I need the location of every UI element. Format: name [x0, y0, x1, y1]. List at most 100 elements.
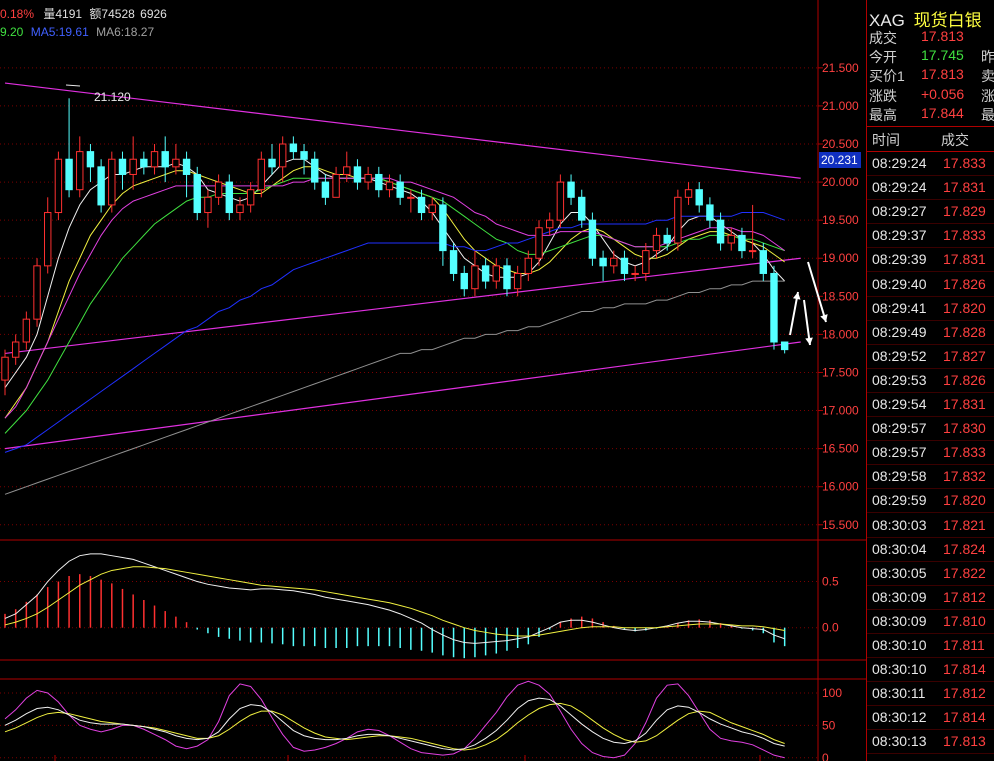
candle-body: [695, 189, 703, 206]
tick-price: 17.811: [943, 637, 985, 653]
tick-row[interactable]: 08:29:27 17.829: [867, 199, 994, 225]
tick-row[interactable]: 08:29:24 17.833: [867, 151, 994, 176]
quote-row: 今开 17.745 昨: [869, 47, 994, 66]
candle-body: [343, 166, 351, 175]
quote-value: 17.745: [921, 47, 964, 64]
price-tick-label: 16.500: [822, 442, 859, 456]
ma5-value: MA5:19.61: [30, 25, 89, 39]
moving-average-line: [4, 166, 785, 419]
candle-body: [97, 166, 105, 206]
quote-row: 涨跌 +0.056 涨: [869, 86, 994, 105]
candle-body: [182, 158, 191, 175]
tick-row[interactable]: 08:29:39 17.831: [867, 247, 994, 273]
tick-time: 08:29:41: [872, 299, 927, 316]
tick-row[interactable]: 08:30:03 17.821: [867, 513, 994, 538]
candle-body: [428, 204, 436, 214]
tick-price: 17.833: [943, 444, 986, 461]
candle-body: [129, 158, 137, 175]
kdj-tick-label: 50: [822, 718, 836, 732]
candle-body: [118, 158, 127, 175]
tick-time: 08:30:12: [872, 709, 927, 726]
tick-row[interactable]: 08:29:59 17.820: [867, 488, 994, 514]
candle-body: [567, 181, 575, 198]
quote-cut-label: 最: [981, 106, 994, 123]
candle-body: [86, 151, 95, 168]
tick-price: 17.830: [943, 420, 986, 437]
tick-row[interactable]: 08:29:24 17.831: [867, 175, 994, 201]
quote-label: 成交: [869, 30, 897, 46]
candle-body: [492, 265, 500, 282]
price-tick-label: 19.500: [822, 213, 859, 227]
price-tick-label: 18.500: [822, 289, 859, 303]
ma6-value: MA6:18.27: [96, 25, 155, 39]
kdj-tick-label: 0: [822, 751, 829, 761]
tick-row[interactable]: 08:29:41 17.820: [867, 296, 994, 321]
tick-time: 08:30:10: [872, 637, 927, 653]
tick-price: 17.833: [943, 227, 986, 244]
tick-row[interactable]: 08:29:37 17.833: [867, 223, 994, 249]
tick-price: 17.812: [943, 588, 986, 605]
tick-price: 17.829: [943, 203, 986, 220]
moving-average-line: [4, 177, 785, 419]
quote-value: 17.813: [921, 28, 964, 44]
tick-price: 17.832: [943, 468, 986, 485]
tick-row[interactable]: 08:30:10 17.811: [867, 633, 994, 658]
tick-time: 08:29:57: [872, 420, 927, 437]
tick-row[interactable]: 08:30:09 17.812: [867, 585, 994, 610]
candle-body: [108, 158, 116, 206]
tick-time: 08:29:27: [872, 203, 927, 220]
tick-price: 17.824: [943, 540, 986, 557]
tick-row[interactable]: 08:30:11 17.812: [867, 681, 994, 707]
tick-price: 17.821: [943, 516, 986, 533]
tick-time: 08:29:58: [872, 468, 927, 485]
tick-time: 08:29:53: [872, 371, 927, 388]
price-tick-label: 21.000: [822, 99, 859, 113]
quote-label: 最高: [869, 106, 897, 123]
kdj-j-line: [4, 680, 785, 759]
candle-body: [556, 181, 565, 221]
candle-body: [578, 196, 586, 221]
quote-value: 17.844: [921, 104, 964, 121]
tick-row[interactable]: 08:30:05 17.822: [867, 561, 994, 586]
tick-time: 08:29:39: [872, 251, 927, 268]
peak-pointer: [65, 84, 81, 87]
ticks-header: 时间 成交: [867, 126, 994, 152]
quote-panel: XAG 现货白银 成交 17.813 今开 17.745 昨买价1 17.813 卖涨跌 +0…: [866, 0, 994, 761]
candle-body: [652, 234, 661, 252]
chart-area[interactable]: 21.500 21.000 20.500 20.000 19.500 19.000 18.5…: [0, 0, 866, 761]
moving-average-line: [4, 280, 785, 495]
candle-body: [738, 234, 746, 252]
tick-row[interactable]: 08:29:40 17.826: [867, 272, 994, 297]
header-line2: 9.20 MA5:19.61 MA6:18.27: [0, 25, 154, 39]
candle-body: [535, 227, 543, 259]
tick-price: 17.833: [943, 155, 986, 171]
tick-row[interactable]: 08:29:54 17.831: [867, 392, 994, 417]
macd-tick-label: 0.0: [822, 621, 839, 635]
price-tick-label: 21.500: [822, 61, 859, 75]
tick-row[interactable]: 08:29:49 17.828: [867, 320, 994, 345]
tick-row[interactable]: 08:30:10 17.814: [867, 657, 994, 683]
tick-time: 08:30:05: [872, 564, 927, 581]
macd-tick-label: 0.5: [822, 575, 839, 589]
tick-row[interactable]: 08:29:53 17.826: [867, 368, 994, 393]
peak-label: 21.120: [94, 90, 131, 104]
price-tick-label: 17.000: [822, 404, 859, 418]
tick-price: 17.831: [943, 251, 986, 268]
candle-body: [727, 234, 735, 244]
tick-row[interactable]: 08:30:13 17.813: [867, 729, 994, 755]
kline-chart[interactable]: 21.500 21.000 20.500 20.000 19.500 19.000 18.5…: [0, 0, 866, 761]
moving-average-line: [4, 212, 785, 453]
tick-row[interactable]: 08:30:09 17.810: [867, 609, 994, 634]
quote-label: 涨跌: [869, 87, 897, 104]
tick-price: 17.820: [943, 492, 986, 509]
kdj-tick-label: 100: [822, 686, 842, 700]
tick-row[interactable]: 08:29:58 17.832: [867, 464, 994, 490]
tick-row[interactable]: 08:30:12 17.814: [867, 705, 994, 731]
tick-row[interactable]: 08:30:04 17.824: [867, 537, 994, 562]
tick-time: 08:29:49: [872, 323, 927, 340]
tick-row[interactable]: 08:29:57 17.830: [867, 416, 994, 442]
tick-time: 08:30:13: [872, 733, 927, 750]
tick-row[interactable]: 08:29:52 17.827: [867, 344, 994, 369]
tick-row[interactable]: 08:29:57 17.833: [867, 440, 994, 466]
tick-time: 08:29:24: [872, 155, 927, 171]
